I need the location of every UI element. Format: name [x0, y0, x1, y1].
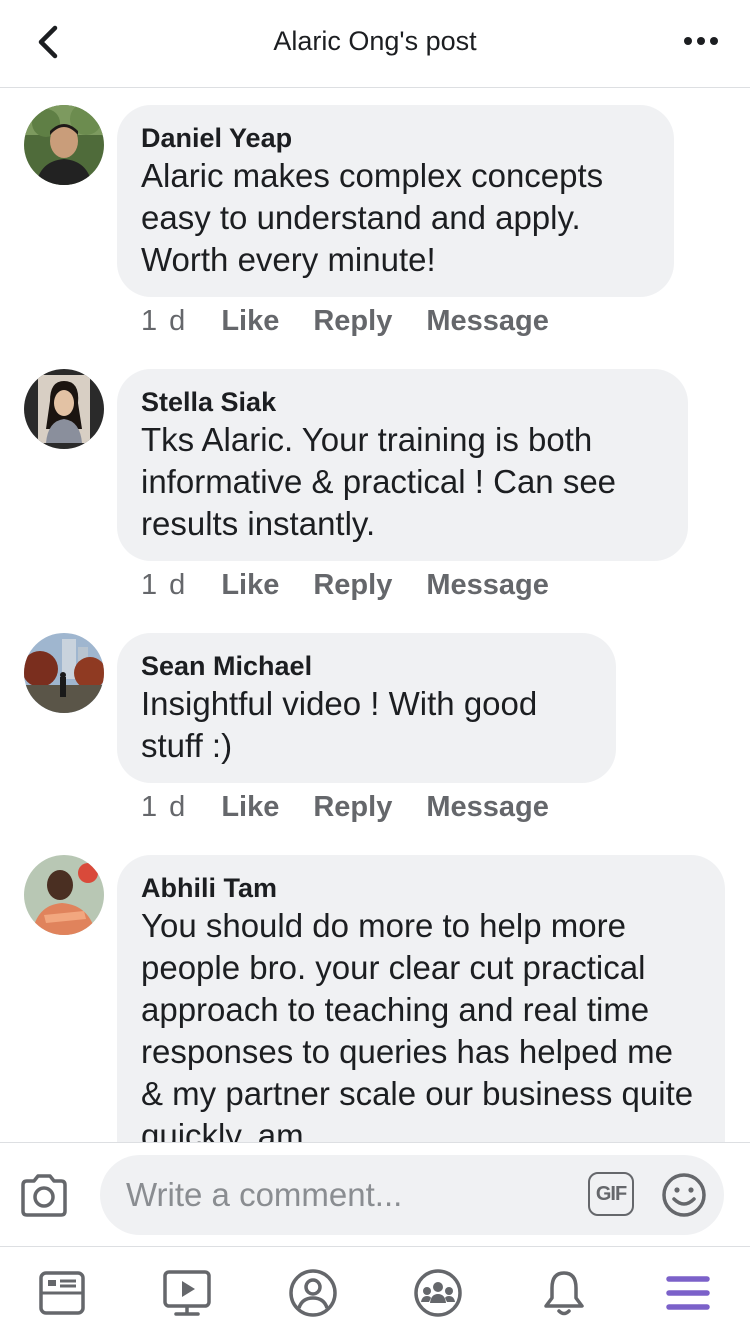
comment-timestamp: 1 d: [141, 569, 188, 601]
comment-text: Alaric makes complex concepts easy to un…: [141, 157, 604, 278]
reply-button[interactable]: Reply: [313, 567, 392, 603]
comment-bubble: Abhili Tam You should do more to help mo…: [117, 855, 725, 1142]
comment-text: You should do more to help more people b…: [141, 907, 694, 1142]
nav-watch[interactable]: [157, 1263, 217, 1323]
nav-menu[interactable]: [658, 1263, 718, 1323]
like-button[interactable]: Like: [221, 567, 279, 603]
gif-button[interactable]: GIF: [586, 1171, 636, 1217]
comment-bubble: Daniel Yeap Alaric makes complex concept…: [117, 105, 674, 297]
comment-timestamp: 1 d: [141, 791, 188, 823]
notifications-icon: [544, 1271, 584, 1316]
camera-button[interactable]: [16, 1167, 72, 1223]
comment-author[interactable]: Stella Siak: [141, 385, 664, 419]
message-button[interactable]: Message: [426, 567, 549, 603]
reply-button[interactable]: Reply: [313, 303, 392, 339]
emoji-button[interactable]: [660, 1171, 708, 1219]
comment-actions: 1 d Like Reply Message: [141, 303, 583, 339]
comments-list: Daniel Yeap Alaric makes complex concept…: [0, 89, 750, 1142]
avatar[interactable]: [24, 855, 104, 935]
comment-author[interactable]: Daniel Yeap: [141, 121, 650, 155]
comment-text: Insightful video ! With good stuff :): [141, 685, 538, 764]
comment-timestamp: 1 d: [141, 305, 188, 337]
comment-bubble: Sean Michael Insightful video ! With goo…: [117, 633, 616, 783]
avatar[interactable]: [24, 369, 104, 449]
bottom-navigation: [0, 1246, 750, 1334]
more-options-button[interactable]: [678, 24, 724, 58]
gif-label: GIF: [588, 1172, 634, 1216]
like-button[interactable]: Like: [221, 789, 279, 825]
page-title: Alaric Ong's post: [273, 26, 477, 56]
comment-text: Tks Alaric. Your training is both inform…: [141, 421, 617, 542]
message-button[interactable]: Message: [426, 789, 549, 825]
news-feed-icon: [39, 1271, 85, 1315]
nav-groups[interactable]: [408, 1263, 468, 1323]
avatar[interactable]: [24, 633, 104, 713]
nav-news-feed[interactable]: [32, 1263, 92, 1323]
avatar[interactable]: [24, 105, 104, 185]
comment-bubble: Stella Siak Tks Alaric. Your training is…: [117, 369, 688, 561]
camera-icon: [21, 1174, 67, 1217]
nav-profile[interactable]: [283, 1263, 343, 1323]
comment-actions: 1 d Like Reply Message: [141, 789, 583, 825]
comment-actions: 1 d Like Reply Message: [141, 567, 583, 603]
menu-icon: [666, 1276, 710, 1310]
smiley-icon: [662, 1173, 706, 1217]
watch-icon: [163, 1270, 211, 1316]
comment-author[interactable]: Sean Michael: [141, 649, 592, 683]
top-bar: Alaric Ong's post: [0, 0, 750, 88]
comment-composer: GIF: [0, 1142, 750, 1246]
reply-button[interactable]: Reply: [313, 789, 392, 825]
groups-icon: [414, 1269, 462, 1317]
nav-notifications[interactable]: [534, 1263, 594, 1323]
comment-author[interactable]: Abhili Tam: [141, 871, 701, 905]
more-dots-icon: [684, 37, 718, 45]
like-button[interactable]: Like: [221, 303, 279, 339]
profile-icon: [289, 1269, 337, 1317]
message-button[interactable]: Message: [426, 303, 549, 339]
